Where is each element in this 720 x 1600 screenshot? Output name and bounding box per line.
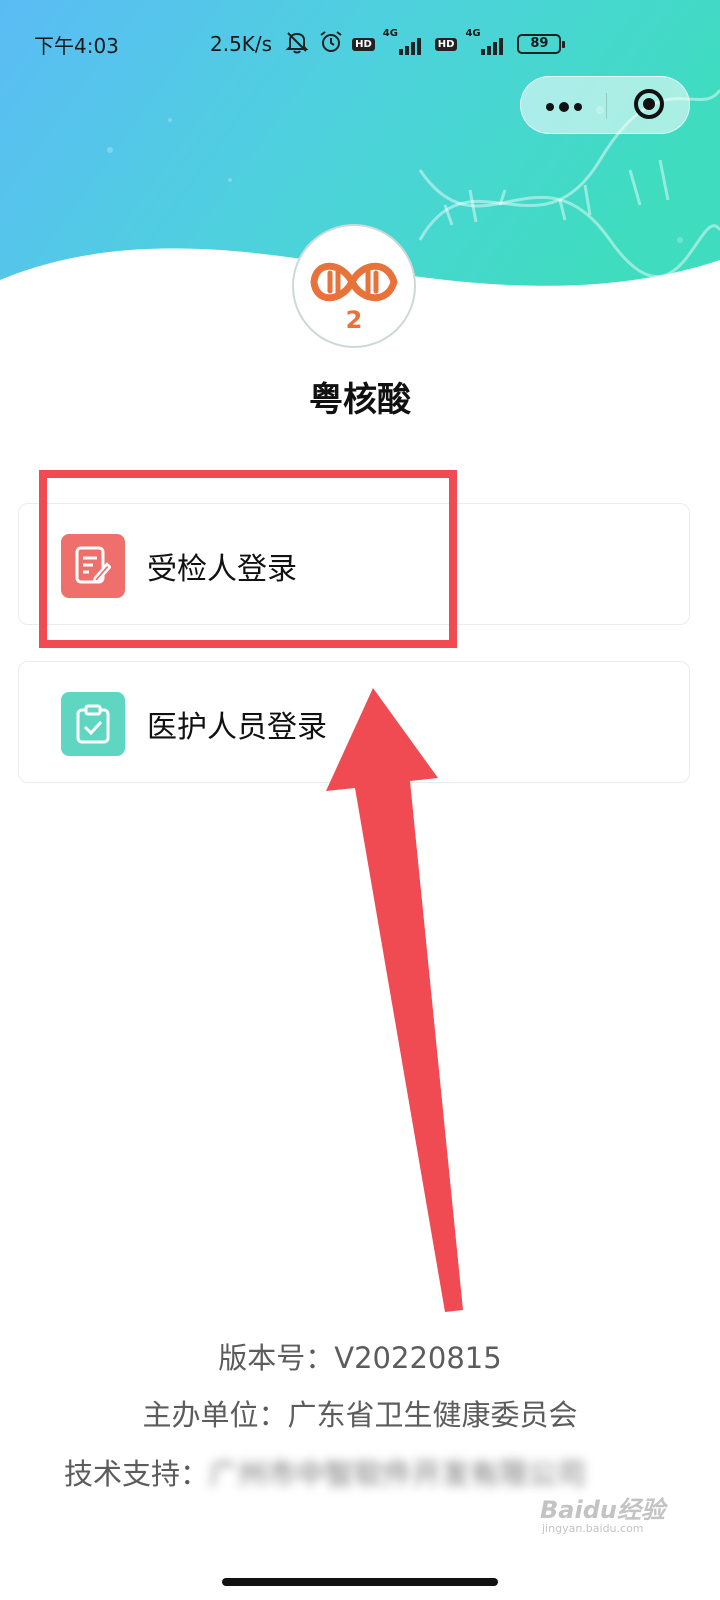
home-indicator[interactable] <box>222 1578 498 1586</box>
hd-badge-1: HD <box>352 37 375 51</box>
mute-bell-icon <box>284 29 310 60</box>
more-button[interactable] <box>521 77 606 135</box>
app-logo: 2 <box>292 224 416 348</box>
tech-support-value: 广州市中智软件开发有限公司 <box>209 1457 587 1491</box>
baidu-watermark: Baidu经验 jingyan.baidu.com <box>540 1490 710 1540</box>
signal-icon-1: 4G <box>383 28 427 56</box>
svg-text:2: 2 <box>346 306 363 334</box>
mini-program-capsule <box>520 76 690 134</box>
annotation-highlight-box <box>39 470 457 648</box>
staff-login-label: 医护人员登录 <box>147 710 327 745</box>
watermark-main: Baidu经验 <box>540 1496 665 1524</box>
version-text: 版本号：V20220815 <box>218 1341 502 1375</box>
target-circle-icon <box>632 87 666 125</box>
status-bar: 下午4:03 2.5K/s HD 4G HD 4G 89 <box>0 26 720 62</box>
tech-support: 技术支持：广州市中智软件开发有限公司 <box>64 1451 586 1493</box>
signal-icon-2: 4G <box>465 28 509 56</box>
status-icons: 2.5K/s HD 4G HD 4G 89 <box>210 26 566 62</box>
more-dots-icon <box>544 97 584 116</box>
staff-login-card[interactable]: 医护人员登录 <box>18 661 690 783</box>
close-button[interactable] <box>606 77 691 135</box>
hd-badge-2: HD <box>434 37 458 51</box>
tech-support-label: 技术支持： <box>64 1457 210 1491</box>
status-time: 下午4:03 <box>34 34 119 58</box>
network-speed: 2.5K/s <box>210 32 273 56</box>
watermark-sub: jingyan.baidu.com <box>542 1522 644 1535</box>
battery-indicator: 89 <box>517 34 566 54</box>
alarm-icon <box>318 29 344 60</box>
clipboard-check-icon <box>61 692 125 756</box>
app-title: 粤核酸 <box>309 380 411 420</box>
sponsor-text: 主办单位：广东省卫生健康委员会 <box>142 1398 578 1432</box>
